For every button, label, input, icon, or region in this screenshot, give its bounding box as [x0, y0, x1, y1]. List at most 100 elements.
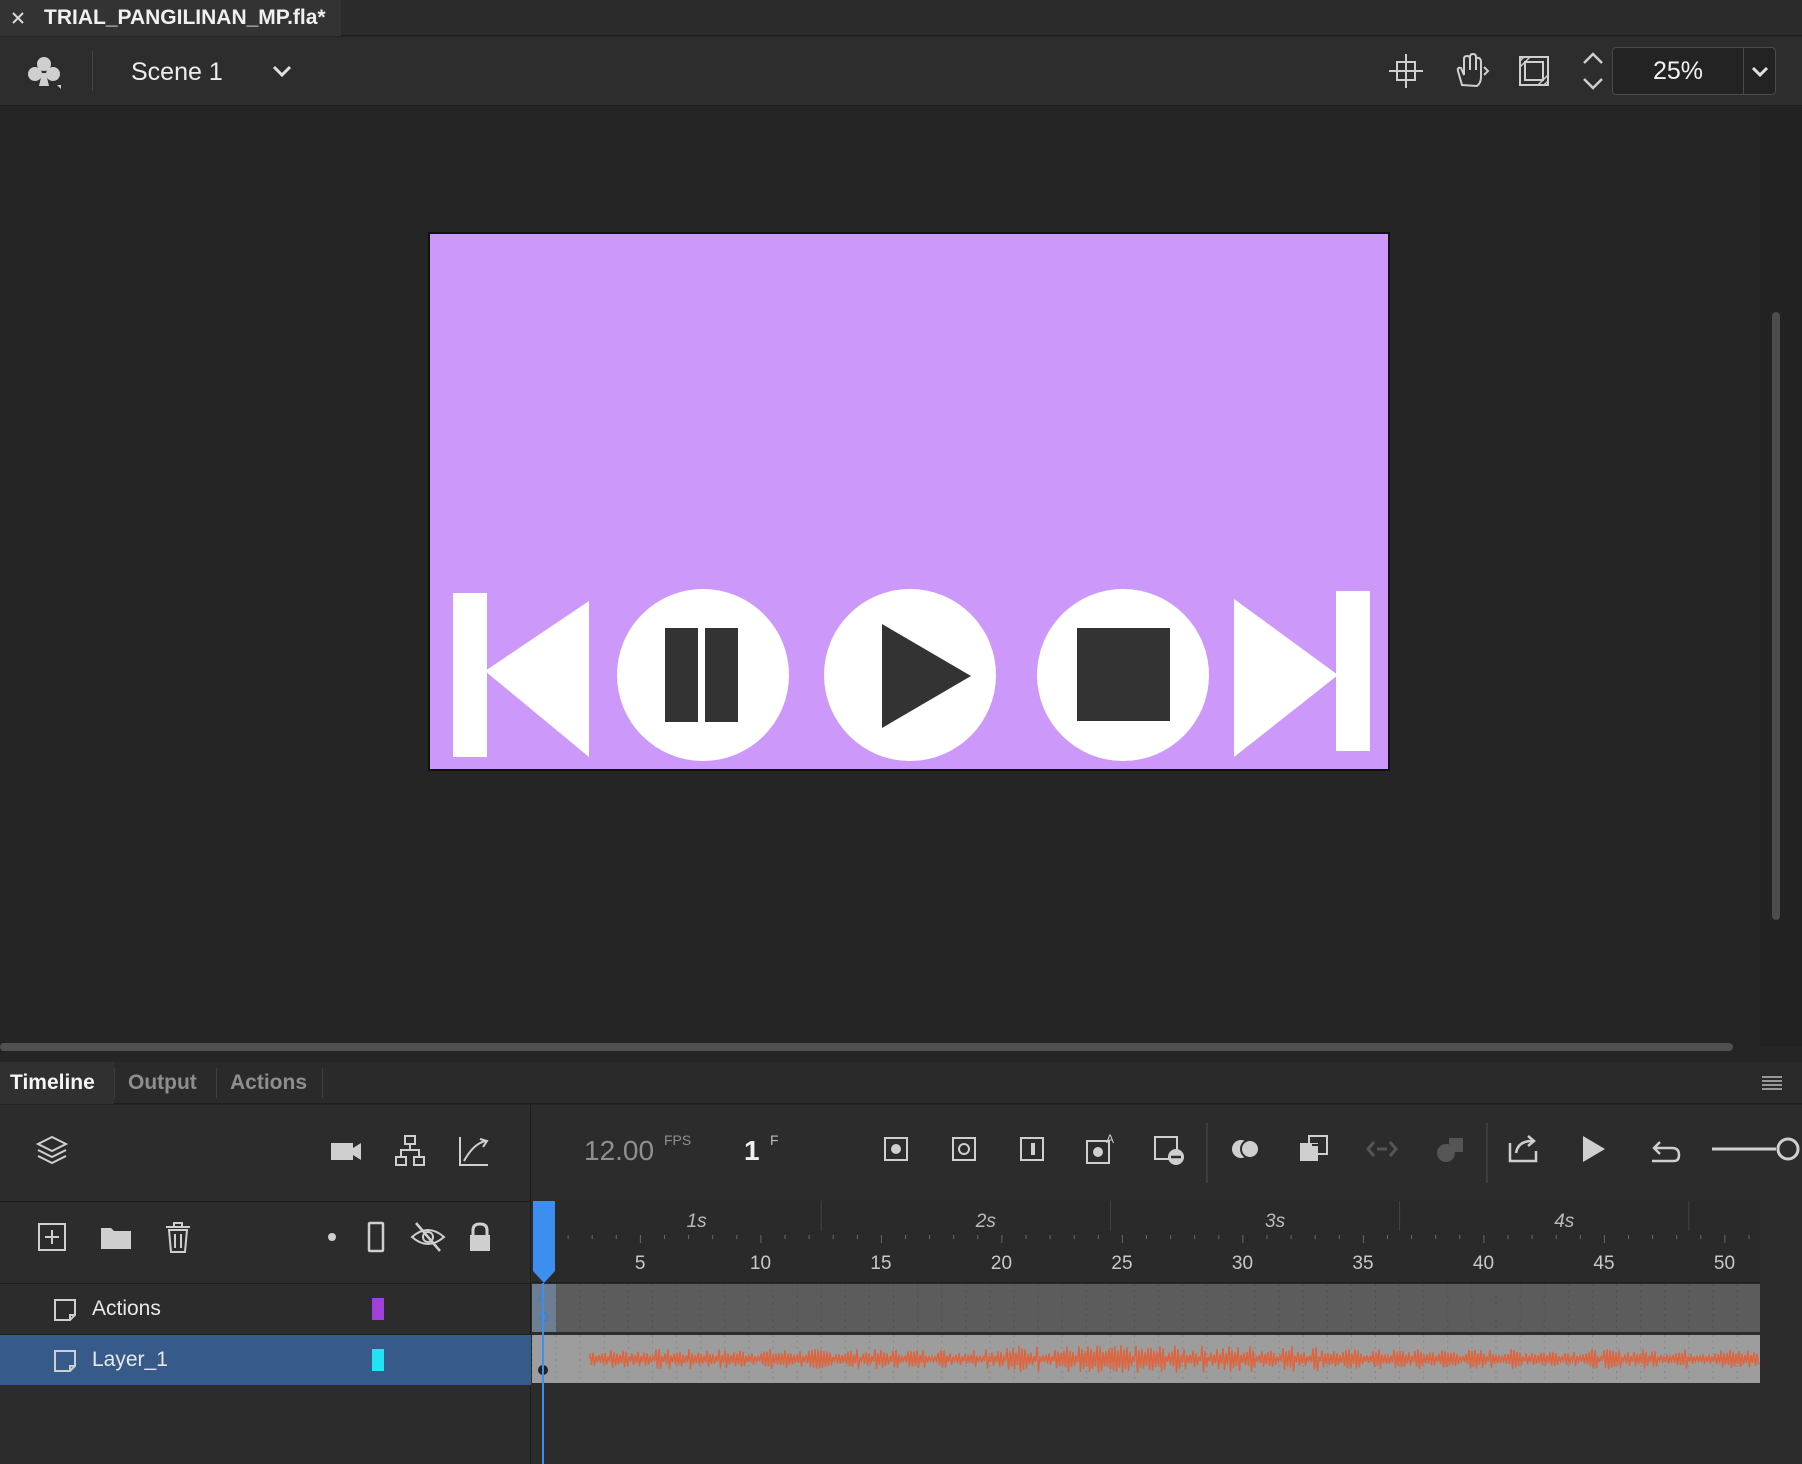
tab-divider: [322, 1068, 323, 1098]
edit-bar: Scene 1 25%: [0, 37, 1802, 106]
lock-icon[interactable]: [462, 1219, 498, 1255]
action-keyframe-icon: α: [538, 1290, 549, 1322]
insert-blank-keyframe-icon[interactable]: [946, 1131, 982, 1167]
tab-output[interactable]: Output: [118, 1062, 207, 1104]
track-grid: [532, 1284, 1738, 1332]
playhead[interactable]: [532, 1201, 556, 1283]
track-actions[interactable]: α: [532, 1284, 1760, 1332]
zoom-control[interactable]: 25%: [1612, 47, 1776, 95]
scene-name[interactable]: Scene 1: [131, 58, 223, 87]
audio-waveform: [589, 1345, 1760, 1373]
highlight-dot-icon[interactable]: [314, 1219, 350, 1255]
layer-name[interactable]: Layer_1: [92, 1348, 168, 1372]
frame-controls: 12.00 FPS 1 F A: [532, 1105, 1802, 1201]
frame-marker: 15: [870, 1253, 892, 1274]
layer-name[interactable]: Actions: [92, 1297, 161, 1321]
second-marker: 3s: [1265, 1211, 1286, 1232]
insert-keyframe-icon[interactable]: [878, 1131, 914, 1167]
layer-row-actions[interactable]: Actions: [0, 1284, 531, 1334]
document-tab[interactable]: TRIAL_PANGILINAN_MP.fla*: [0, 0, 341, 36]
panel-tab-bar: Timeline Output Actions: [0, 1062, 1802, 1104]
second-marker: 2s: [975, 1211, 996, 1232]
eye-hidden-icon[interactable]: [410, 1219, 446, 1255]
vertical-scrollbar-track: [1760, 107, 1802, 1047]
graph-icon[interactable]: [456, 1133, 492, 1169]
stop-button[interactable]: [1036, 588, 1210, 762]
center-stage-icon[interactable]: [1386, 51, 1426, 91]
timeline-panel: Actions Layer_1 12.00 FPS 1 F A 1s 2s 3s…: [0, 1105, 1802, 1464]
edit-multiple-frames-icon[interactable]: [1296, 1131, 1332, 1167]
frame-marker: 25: [1111, 1253, 1133, 1274]
create-tween-icon: [1366, 1141, 1398, 1157]
vertical-scrollbar-thumb[interactable]: [1772, 312, 1780, 920]
clip-content-icon[interactable]: [1514, 51, 1554, 91]
camera-icon[interactable]: [328, 1133, 364, 1169]
frame-marker: 30: [1231, 1253, 1254, 1274]
fps-unit: FPS: [664, 1132, 692, 1148]
stage-canvas[interactable]: [428, 232, 1390, 771]
auto-keyframe-icon[interactable]: A: [1082, 1131, 1118, 1167]
chevron-down-icon[interactable]: [268, 59, 296, 83]
track-layer-1[interactable]: [532, 1335, 1760, 1383]
ruler-ticks: [543, 1201, 1750, 1243]
playhead-line: [542, 1283, 544, 1464]
frame-marker: 45: [1593, 1253, 1615, 1274]
row-divider: [0, 1201, 531, 1202]
chevron-down-icon: [1751, 66, 1769, 78]
horizontal-scrollbar-thumb[interactable]: [0, 1043, 1733, 1051]
new-layer-icon[interactable]: [34, 1219, 70, 1255]
document-title: TRIAL_PANGILINAN_MP.fla*: [44, 6, 326, 29]
close-icon[interactable]: [10, 10, 26, 26]
timeline-ruler[interactable]: [532, 1201, 1760, 1283]
hand-rotate-icon[interactable]: [1450, 51, 1490, 91]
second-marker: 4s: [1554, 1211, 1575, 1232]
edit-bar-divider: [92, 51, 93, 91]
skip-back-button[interactable]: [453, 593, 589, 759]
frame-unit: F: [770, 1132, 779, 1148]
layer-icon: [54, 1299, 76, 1321]
export-icon[interactable]: [1506, 1131, 1542, 1167]
layer-color-swatch[interactable]: [372, 1349, 384, 1371]
panel-menu-icon[interactable]: [1760, 1074, 1784, 1092]
play-icon[interactable]: [1574, 1131, 1610, 1167]
tab-divider: [114, 1068, 115, 1098]
layer-parenting-icon[interactable]: [392, 1133, 428, 1169]
fps-value[interactable]: 12.00: [584, 1135, 654, 1167]
document-tab-bar: TRIAL_PANGILINAN_MP.fla*: [0, 0, 1802, 36]
second-marker: 1s: [686, 1211, 707, 1232]
outline-icon[interactable]: [358, 1219, 394, 1255]
loop-icon[interactable]: [1646, 1131, 1682, 1167]
layer-color-swatch[interactable]: [372, 1298, 384, 1320]
frame-marker: 50: [1713, 1253, 1736, 1274]
zoom-value[interactable]: 25%: [1613, 48, 1743, 94]
frame-marker: 40: [1472, 1253, 1495, 1274]
current-frame-value[interactable]: 1: [744, 1135, 760, 1167]
symbol-club-icon[interactable]: [24, 53, 64, 91]
zoom-stepper-icon[interactable]: [1578, 47, 1608, 95]
tab-actions[interactable]: Actions: [220, 1062, 317, 1104]
layer-list: Actions Layer_1: [0, 1105, 531, 1464]
onion-skin-icon[interactable]: [1228, 1131, 1264, 1167]
insert-frame-icon[interactable]: [1014, 1131, 1050, 1167]
waveform-path: [589, 1345, 1760, 1373]
toolbar-divider: [1486, 1123, 1488, 1183]
folder-icon[interactable]: [98, 1219, 134, 1255]
frame-marker: 20: [990, 1253, 1013, 1274]
skip-forward-button[interactable]: [1234, 591, 1370, 757]
play-button[interactable]: [823, 588, 997, 762]
frame-marker: 10: [749, 1253, 772, 1274]
zoom-dropdown-button[interactable]: [1743, 48, 1776, 94]
svg-text:A: A: [1106, 1132, 1114, 1146]
frame-marker: 35: [1352, 1253, 1374, 1274]
timeline-zoom-slider[interactable]: [1710, 1131, 1802, 1167]
trash-icon[interactable]: [160, 1219, 196, 1255]
pause-button[interactable]: [616, 588, 790, 762]
layer-row-layer-1[interactable]: Layer_1: [0, 1335, 531, 1385]
tab-timeline[interactable]: Timeline: [0, 1062, 114, 1104]
toolbar-divider: [1206, 1123, 1208, 1183]
layers-icon[interactable]: [34, 1133, 70, 1169]
layer-icon: [54, 1350, 76, 1372]
tab-divider: [216, 1068, 217, 1098]
remove-frame-icon[interactable]: [1150, 1131, 1186, 1167]
frame-marker: 5: [634, 1253, 646, 1274]
